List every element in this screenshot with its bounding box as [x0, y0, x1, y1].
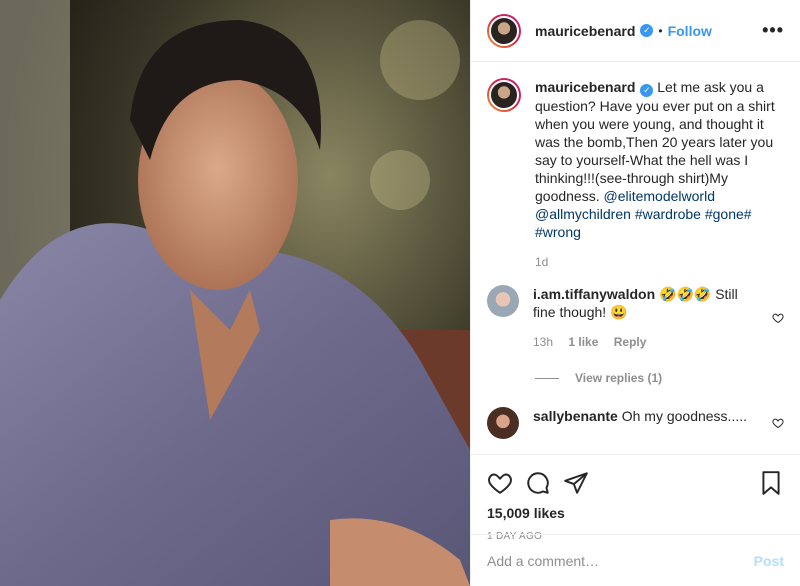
likes-count[interactable]: 15,009 likes	[487, 505, 784, 521]
mention-elitemodelworld[interactable]: @elitemodelworld	[604, 188, 715, 204]
comment-text: Oh my goodness.....	[621, 408, 748, 424]
share-icon[interactable]	[563, 470, 589, 496]
comment-meta: 13h 1 like Reply	[533, 333, 753, 351]
caption-username[interactable]: mauricebenard	[535, 79, 635, 95]
hashtag-gone[interactable]: #gone	[705, 206, 744, 222]
verified-icon: ✓	[640, 24, 654, 37]
comments-list[interactable]: mauricebenard ✓ Let me ask you a question…	[471, 62, 800, 454]
commenter-avatar[interactable]	[487, 285, 519, 317]
caption: mauricebenard ✓ Let me ask you a question…	[487, 78, 784, 271]
view-replies-label: View replies (1)	[575, 371, 663, 385]
replies-divider	[535, 377, 559, 379]
caption-avatar[interactable]	[487, 78, 521, 112]
hashtag-gone-suffix: #	[743, 206, 752, 222]
author-username[interactable]: mauricebenard	[535, 23, 635, 39]
hashtag-wardrobe[interactable]: #wardrobe	[635, 206, 701, 222]
reply-button[interactable]: Reply	[614, 335, 647, 349]
caption-meta: 1d	[535, 253, 784, 271]
comment: i.am.tiffanywaldon 🤣🤣🤣 Still fine though…	[487, 285, 784, 351]
follow-button[interactable]: Follow	[668, 23, 712, 39]
view-replies-button[interactable]: View replies (1)	[535, 371, 784, 385]
caption-time[interactable]: 1d	[535, 255, 548, 269]
post-details-panel: mauricebenard ✓ • Follow ••• mauricebena…	[470, 0, 800, 586]
post-comment-button[interactable]: Post	[754, 553, 784, 569]
mention-allmychildren[interactable]: @allmychildren	[535, 206, 631, 222]
more-options-icon[interactable]: •••	[762, 20, 784, 41]
comment-likes[interactable]: 1 like	[568, 335, 598, 349]
author-avatar[interactable]	[487, 13, 521, 48]
like-comment-heart-icon[interactable]	[772, 417, 784, 429]
comment: sallybenante Oh my goodness.....	[487, 407, 784, 439]
heart-icon[interactable]	[487, 470, 513, 496]
like-comment-heart-icon[interactable]	[772, 312, 784, 324]
verified-icon: ✓	[640, 84, 654, 97]
add-comment-bar: Post	[471, 534, 800, 586]
comment-body: i.am.tiffanywaldon 🤣🤣🤣 Still fine though…	[533, 285, 753, 351]
portrait-illustration	[0, 0, 470, 586]
instagram-post-modal: mauricebenard ✓ • Follow ••• mauricebena…	[0, 0, 800, 586]
comment-time[interactable]: 13h	[533, 335, 553, 349]
commenter-avatar[interactable]	[487, 407, 519, 439]
caption-body: mauricebenard ✓ Let me ask you a question…	[535, 78, 784, 271]
hashtag-wrong[interactable]: #wrong	[535, 224, 581, 240]
add-comment-input[interactable]	[487, 552, 754, 569]
bookmark-icon[interactable]	[758, 470, 784, 496]
comment-body: sallybenante Oh my goodness.....	[533, 407, 747, 439]
post-header: mauricebenard ✓ • Follow •••	[471, 0, 800, 62]
commenter-username[interactable]: i.am.tiffanywaldon	[533, 286, 655, 302]
post-photo[interactable]	[0, 0, 470, 586]
comment-icon[interactable]	[525, 470, 551, 496]
commenter-username[interactable]: sallybenante	[533, 408, 618, 424]
separator-dot: •	[658, 23, 663, 38]
action-icons	[487, 463, 784, 503]
caption-text: Let me ask you a question? Have you ever…	[535, 79, 775, 204]
